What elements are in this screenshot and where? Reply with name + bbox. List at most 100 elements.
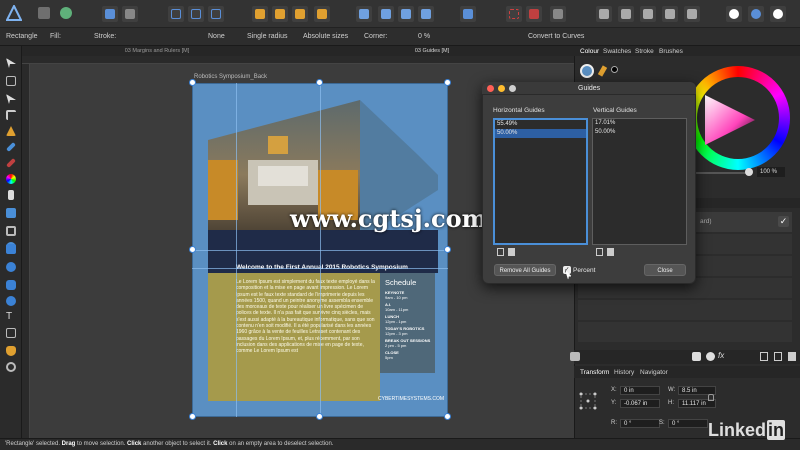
list-item[interactable]: 55.49% — [495, 120, 586, 129]
boolean-add-button[interactable] — [596, 6, 612, 22]
selection-handle[interactable] — [444, 79, 451, 86]
selection-handle[interactable] — [444, 246, 451, 253]
snap-bounds-button[interactable] — [188, 6, 204, 22]
close-window-button[interactable] — [487, 85, 494, 92]
horizontal-guides-list[interactable]: 55.49% 50.00% — [493, 118, 588, 245]
corner-tool-icon[interactable] — [6, 110, 16, 120]
zoom-tool-icon[interactable] — [6, 362, 16, 372]
tab-navigator[interactable]: Navigator — [640, 369, 668, 376]
fill-colour-swatch[interactable] — [580, 64, 594, 78]
tab-guides[interactable]: 03 Guides [M] — [294, 46, 570, 56]
add-layer-icon[interactable] — [760, 352, 768, 361]
pixel-persona-icon[interactable] — [38, 7, 50, 19]
corner-value[interactable]: 0 % — [418, 33, 430, 40]
shear-field[interactable]: 0 ° — [668, 419, 708, 428]
group-layer-icon[interactable] — [774, 352, 782, 361]
export-persona-icon[interactable] — [60, 7, 72, 19]
y-field[interactable]: -0.067 in — [620, 399, 660, 408]
boolean-intersect-button[interactable] — [640, 6, 656, 22]
flip-vertical-button[interactable] — [378, 6, 394, 22]
selection-handle[interactable] — [189, 413, 196, 420]
delete-vertical-guide-icon[interactable] — [607, 248, 614, 256]
tab-swatches[interactable]: Swatches — [603, 48, 631, 55]
rotate-right-button[interactable] — [418, 6, 434, 22]
vertical-guide[interactable] — [320, 83, 321, 417]
document-setup-button[interactable] — [102, 6, 118, 22]
fx-icon[interactable]: fx — [718, 351, 724, 360]
zoom-window-button[interactable] — [509, 85, 516, 92]
hand-tool-icon[interactable] — [6, 346, 16, 356]
opacity-slider-knob[interactable] — [745, 168, 753, 176]
assistant-button[interactable] — [726, 6, 742, 22]
artistic-text-tool-icon[interactable]: T — [6, 312, 16, 322]
layers-stack-icon[interactable] — [570, 352, 580, 361]
body-text[interactable]: Le Lorem Ipsum est simplement du faux te… — [236, 279, 376, 355]
flip-horizontal-button[interactable] — [356, 6, 372, 22]
boolean-subtract-button[interactable] — [618, 6, 634, 22]
add-horizontal-guide-icon[interactable] — [497, 248, 504, 256]
vertical-ruler[interactable] — [22, 64, 30, 438]
horizontal-ruler[interactable] — [22, 56, 574, 64]
frame-text-tool-icon[interactable] — [6, 328, 16, 338]
layer-row[interactable] — [578, 300, 792, 320]
selection-handle[interactable] — [189, 246, 196, 253]
ellipse-tool-icon[interactable] — [6, 262, 16, 272]
tab-colour[interactable]: Colour — [580, 48, 599, 55]
view-mode-button[interactable] — [770, 6, 786, 22]
tab-history[interactable]: History — [614, 369, 634, 376]
x-field[interactable]: 0 in — [620, 386, 660, 395]
minimize-window-button[interactable] — [498, 85, 505, 92]
preferences-button[interactable] — [122, 6, 138, 22]
selection-handle[interactable] — [444, 413, 451, 420]
vertical-guide[interactable] — [236, 83, 237, 417]
snap-center-button[interactable] — [208, 6, 224, 22]
boolean-combine-button[interactable] — [684, 6, 700, 22]
align-button[interactable] — [460, 6, 476, 22]
tab-transform[interactable]: Transform — [580, 369, 609, 376]
move-tool-icon[interactable] — [6, 58, 16, 68]
grid-toggle-button[interactable] — [506, 6, 522, 22]
rotate-left-button[interactable] — [398, 6, 414, 22]
arrange-back-button[interactable] — [252, 6, 268, 22]
mask-icon[interactable] — [692, 352, 701, 361]
delete-horizontal-guide-icon[interactable] — [508, 248, 515, 256]
artboard-tool-icon[interactable] — [6, 76, 16, 86]
list-item[interactable]: 50.00% — [495, 129, 586, 138]
delete-layer-icon[interactable] — [788, 352, 796, 361]
snapping-button[interactable] — [526, 6, 542, 22]
pencil-tool-icon[interactable] — [6, 142, 16, 152]
vertical-guides-list[interactable]: 17.01% 50.00% — [592, 118, 687, 245]
tab-brushes[interactable]: Brushes — [659, 48, 683, 55]
cog-tool-icon[interactable] — [6, 296, 16, 306]
opacity-value[interactable]: 100 % — [757, 167, 785, 177]
crop-tool-icon[interactable] — [6, 226, 16, 236]
adjustment-icon[interactable] — [706, 352, 715, 361]
snap-grid-button[interactable] — [168, 6, 184, 22]
place-image-tool-icon[interactable] — [6, 208, 16, 218]
tab-stroke[interactable]: Stroke — [635, 48, 654, 55]
lock-aspect-icon[interactable] — [708, 394, 714, 401]
transparency-tool-icon[interactable] — [8, 190, 14, 200]
stroke-colour-swatch[interactable] — [611, 66, 618, 73]
selection-handle[interactable] — [316, 413, 323, 420]
layer-row[interactable] — [578, 322, 792, 342]
vector-brush-tool-icon[interactable] — [6, 158, 16, 168]
list-item[interactable]: 50.00% — [593, 128, 686, 137]
studio-button[interactable] — [748, 6, 764, 22]
tab-margins-and-rulers[interactable]: 03 Margins and Rulers [M] — [22, 46, 292, 56]
remove-all-guides-button[interactable]: Remove All Guides — [494, 264, 556, 276]
anchor-point-selector[interactable] — [577, 390, 599, 412]
rounded-rectangle-tool-icon[interactable] — [6, 280, 16, 290]
selection-handle[interactable] — [316, 79, 323, 86]
app-logo-icon[interactable] — [5, 3, 23, 21]
arrange-forward-button[interactable] — [292, 6, 308, 22]
selection-handle[interactable] — [189, 79, 196, 86]
arrange-front-button[interactable] — [314, 6, 330, 22]
convert-to-curves-button[interactable]: Convert to Curves — [528, 33, 584, 40]
fill-tool-icon[interactable] — [6, 174, 16, 184]
close-button[interactable]: Close — [644, 264, 686, 276]
boolean-divide-button[interactable] — [662, 6, 678, 22]
pen-tool-icon[interactable] — [6, 126, 16, 136]
arrange-backward-button[interactable] — [272, 6, 288, 22]
add-vertical-guide-icon[interactable] — [596, 248, 603, 256]
